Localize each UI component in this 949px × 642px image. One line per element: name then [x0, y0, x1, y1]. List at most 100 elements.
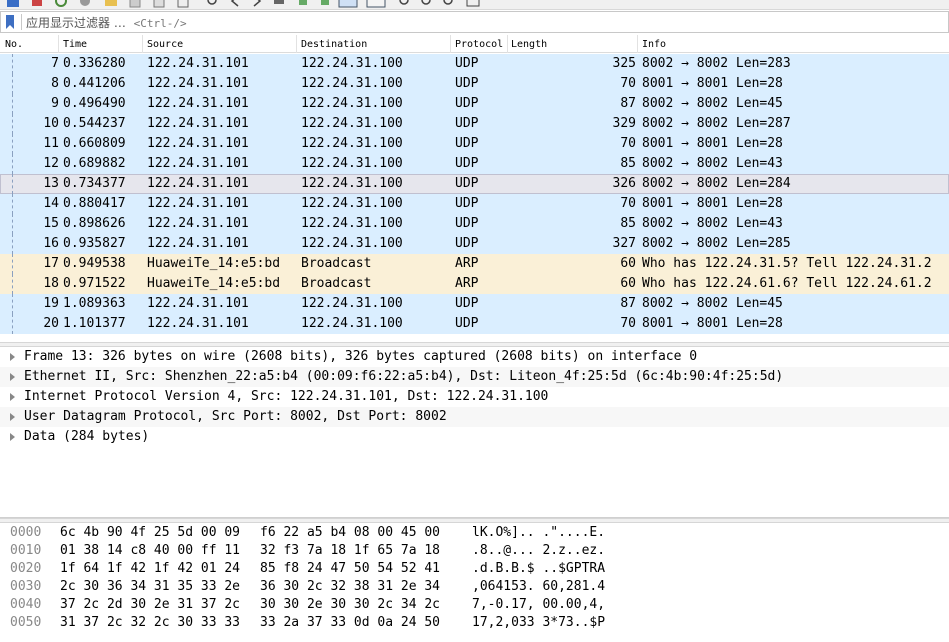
- cell-protocol: UDP: [455, 116, 479, 131]
- packet-row[interactable]: 14 0.880417 122.24.31.101 122.24.31.100 UDP 7…: [0, 194, 949, 214]
- cell-time: 0.689882: [63, 156, 126, 171]
- packet-list-header: No. Time Source Destination Protocol Len…: [0, 35, 949, 53]
- packet-row[interactable]: 11 0.660809 122.24.31.101 122.24.31.100 UDP 7…: [0, 134, 949, 154]
- related-packet-indicator: [12, 294, 13, 314]
- related-packet-indicator: [12, 234, 13, 254]
- cell-info: 8001 → 8001 Len=28: [642, 316, 783, 331]
- zoom-out-icon[interactable]: [420, 0, 434, 8]
- restart-capture-icon[interactable]: [54, 0, 68, 8]
- cell-time: 0.971522: [63, 276, 126, 291]
- bytes-row[interactable]: 0040 37 2c 2d 30 2e 31 37 2c 30 30 2e 30 3…: [0, 595, 949, 613]
- expand-arrow-icon[interactable]: [10, 373, 15, 381]
- detail-tree-item[interactable]: Ethernet II, Src: Shenzhen_22:a5:b4 (00:…: [0, 367, 949, 387]
- cell-time: 1.101377: [63, 316, 126, 331]
- first-packet-icon[interactable]: [296, 0, 310, 8]
- cell-time: 0.496490: [63, 96, 126, 111]
- packet-row[interactable]: 20 1.101377 122.24.31.101 122.24.31.100 UDP 7…: [0, 314, 949, 334]
- column-header-no[interactable]: No.: [5, 39, 23, 50]
- bytes-row[interactable]: 0010 01 38 14 c8 40 00 ff 11 32 f3 7a 18 1…: [0, 541, 949, 559]
- resize-columns-icon[interactable]: [466, 0, 480, 8]
- bytes-hex-high: 32 f3 7a 18 1f 65 7a 18: [260, 543, 441, 558]
- bytes-hex-high: 30 30 2e 30 30 2c 34 2c: [260, 597, 441, 612]
- cell-info: 8002 → 8002 Len=45: [642, 96, 783, 111]
- expand-arrow-icon[interactable]: [10, 353, 15, 361]
- column-header-length[interactable]: Length: [511, 39, 547, 50]
- packet-row[interactable]: 19 1.089363 122.24.31.101 122.24.31.100 UDP 8…: [0, 294, 949, 314]
- stop-capture-icon[interactable]: [30, 0, 44, 8]
- cell-length: 70: [620, 136, 636, 151]
- cell-no: 19: [43, 296, 59, 311]
- bytes-row[interactable]: 0050 31 37 2c 32 2c 30 33 33 33 2a 37 33 0…: [0, 613, 949, 631]
- bytes-hex-low: 01 38 14 c8 40 00 ff 11: [60, 543, 241, 558]
- filter-separator: [21, 14, 22, 30]
- detail-tree-item[interactable]: Internet Protocol Version 4, Src: 122.24…: [0, 387, 949, 407]
- zoom-in-icon[interactable]: [398, 0, 412, 8]
- related-packet-indicator: [12, 94, 13, 114]
- bytes-row[interactable]: 0030 2c 30 36 34 31 35 33 2e 36 30 2c 32 3…: [0, 577, 949, 595]
- go-back-icon[interactable]: [228, 0, 242, 8]
- packet-row[interactable]: 17 0.949538 HuaweiTe_14:e5:bd Broadcast ARP 6…: [0, 254, 949, 274]
- cell-destination: 122.24.31.100: [301, 136, 403, 151]
- cell-protocol: ARP: [455, 256, 479, 271]
- bytes-row[interactable]: 0020 1f 64 1f 42 1f 42 01 24 85 f8 24 47 5…: [0, 559, 949, 577]
- main-toolbar: [0, 0, 949, 10]
- column-header-destination[interactable]: Destination: [301, 39, 367, 50]
- column-header-source[interactable]: Source: [147, 39, 183, 50]
- packet-bytes-pane: 0000 6c 4b 90 4f 25 5d 00 09 f6 22 a5 b4 0…: [0, 523, 949, 642]
- cell-source: 122.24.31.101: [147, 96, 249, 111]
- packet-row[interactable]: 7 0.336280 122.24.31.101 122.24.31.100 UDP 32…: [0, 54, 949, 74]
- cell-info: 8002 → 8002 Len=43: [642, 156, 783, 171]
- cell-no: 8: [51, 76, 59, 91]
- packet-row[interactable]: 12 0.689882 122.24.31.101 122.24.31.100 UDP 8…: [0, 154, 949, 174]
- detail-tree-item[interactable]: Data (284 bytes): [0, 427, 949, 447]
- column-header-info[interactable]: Info: [642, 39, 666, 50]
- bytes-offset: 0030: [10, 579, 42, 594]
- column-header-time[interactable]: Time: [63, 39, 87, 50]
- go-forward-icon[interactable]: [250, 0, 264, 8]
- cell-destination: 122.24.31.100: [301, 316, 403, 331]
- go-to-packet-icon[interactable]: [272, 0, 286, 8]
- cell-source: 122.24.31.101: [147, 56, 249, 71]
- bytes-hex-low: 37 2c 2d 30 2e 31 37 2c: [60, 597, 241, 612]
- filter-bookmark-button[interactable]: [3, 12, 17, 32]
- open-file-icon[interactable]: [104, 0, 118, 8]
- cell-protocol: UDP: [455, 196, 479, 211]
- auto-scroll-icon[interactable]: [338, 0, 358, 8]
- expand-arrow-icon[interactable]: [10, 433, 15, 441]
- packet-row[interactable]: 9 0.496490 122.24.31.101 122.24.31.100 UDP 87…: [0, 94, 949, 114]
- cell-protocol: UDP: [455, 236, 479, 251]
- cell-protocol: UDP: [455, 296, 479, 311]
- packet-row[interactable]: 10 0.544237 122.24.31.101 122.24.31.100 UDP 3…: [0, 114, 949, 134]
- start-capture-icon[interactable]: [6, 0, 20, 8]
- save-file-icon[interactable]: [128, 0, 142, 8]
- colorize-icon[interactable]: [366, 0, 386, 8]
- packet-row[interactable]: 15 0.898626 122.24.31.101 122.24.31.100 UDP 8…: [0, 214, 949, 234]
- cell-destination: 122.24.31.100: [301, 196, 403, 211]
- packet-row[interactable]: 16 0.935827 122.24.31.101 122.24.31.100 UDP 3…: [0, 234, 949, 254]
- packet-row[interactable]: 18 0.971522 HuaweiTe_14:e5:bd Broadcast ARP 6…: [0, 274, 949, 294]
- cell-destination: 122.24.31.100: [301, 216, 403, 231]
- expand-arrow-icon[interactable]: [10, 393, 15, 401]
- related-packet-indicator: [12, 194, 13, 214]
- packet-row[interactable]: 13 0.734377 122.24.31.101 122.24.31.100 UDP 3…: [0, 174, 949, 194]
- cell-length: 70: [620, 316, 636, 331]
- expand-arrow-icon[interactable]: [10, 413, 15, 421]
- find-packet-icon[interactable]: [206, 0, 220, 8]
- cell-length: 85: [620, 156, 636, 171]
- cell-destination: Broadcast: [301, 276, 372, 291]
- bytes-ascii: .8..@... 2.z..ez.: [472, 543, 606, 558]
- column-header-protocol[interactable]: Protocol: [455, 39, 503, 50]
- cell-length: 326: [612, 176, 636, 191]
- last-packet-icon[interactable]: [318, 0, 332, 8]
- reload-icon[interactable]: [176, 0, 190, 8]
- close-file-icon[interactable]: [152, 0, 166, 8]
- zoom-reset-icon[interactable]: [442, 0, 456, 8]
- display-filter-input[interactable]: 应用显示过滤器 … <Ctrl-/>: [26, 14, 948, 31]
- bytes-row[interactable]: 0000 6c 4b 90 4f 25 5d 00 09 f6 22 a5 b4 0…: [0, 523, 949, 541]
- detail-tree-item[interactable]: Frame 13: 326 bytes on wire (2608 bits),…: [0, 347, 949, 367]
- cell-info: 8001 → 8001 Len=28: [642, 196, 783, 211]
- cell-source: 122.24.31.101: [147, 196, 249, 211]
- detail-tree-item[interactable]: User Datagram Protocol, Src Port: 8002, …: [0, 407, 949, 427]
- packet-row[interactable]: 8 0.441206 122.24.31.101 122.24.31.100 UDP 70…: [0, 74, 949, 94]
- options-icon[interactable]: [78, 0, 92, 8]
